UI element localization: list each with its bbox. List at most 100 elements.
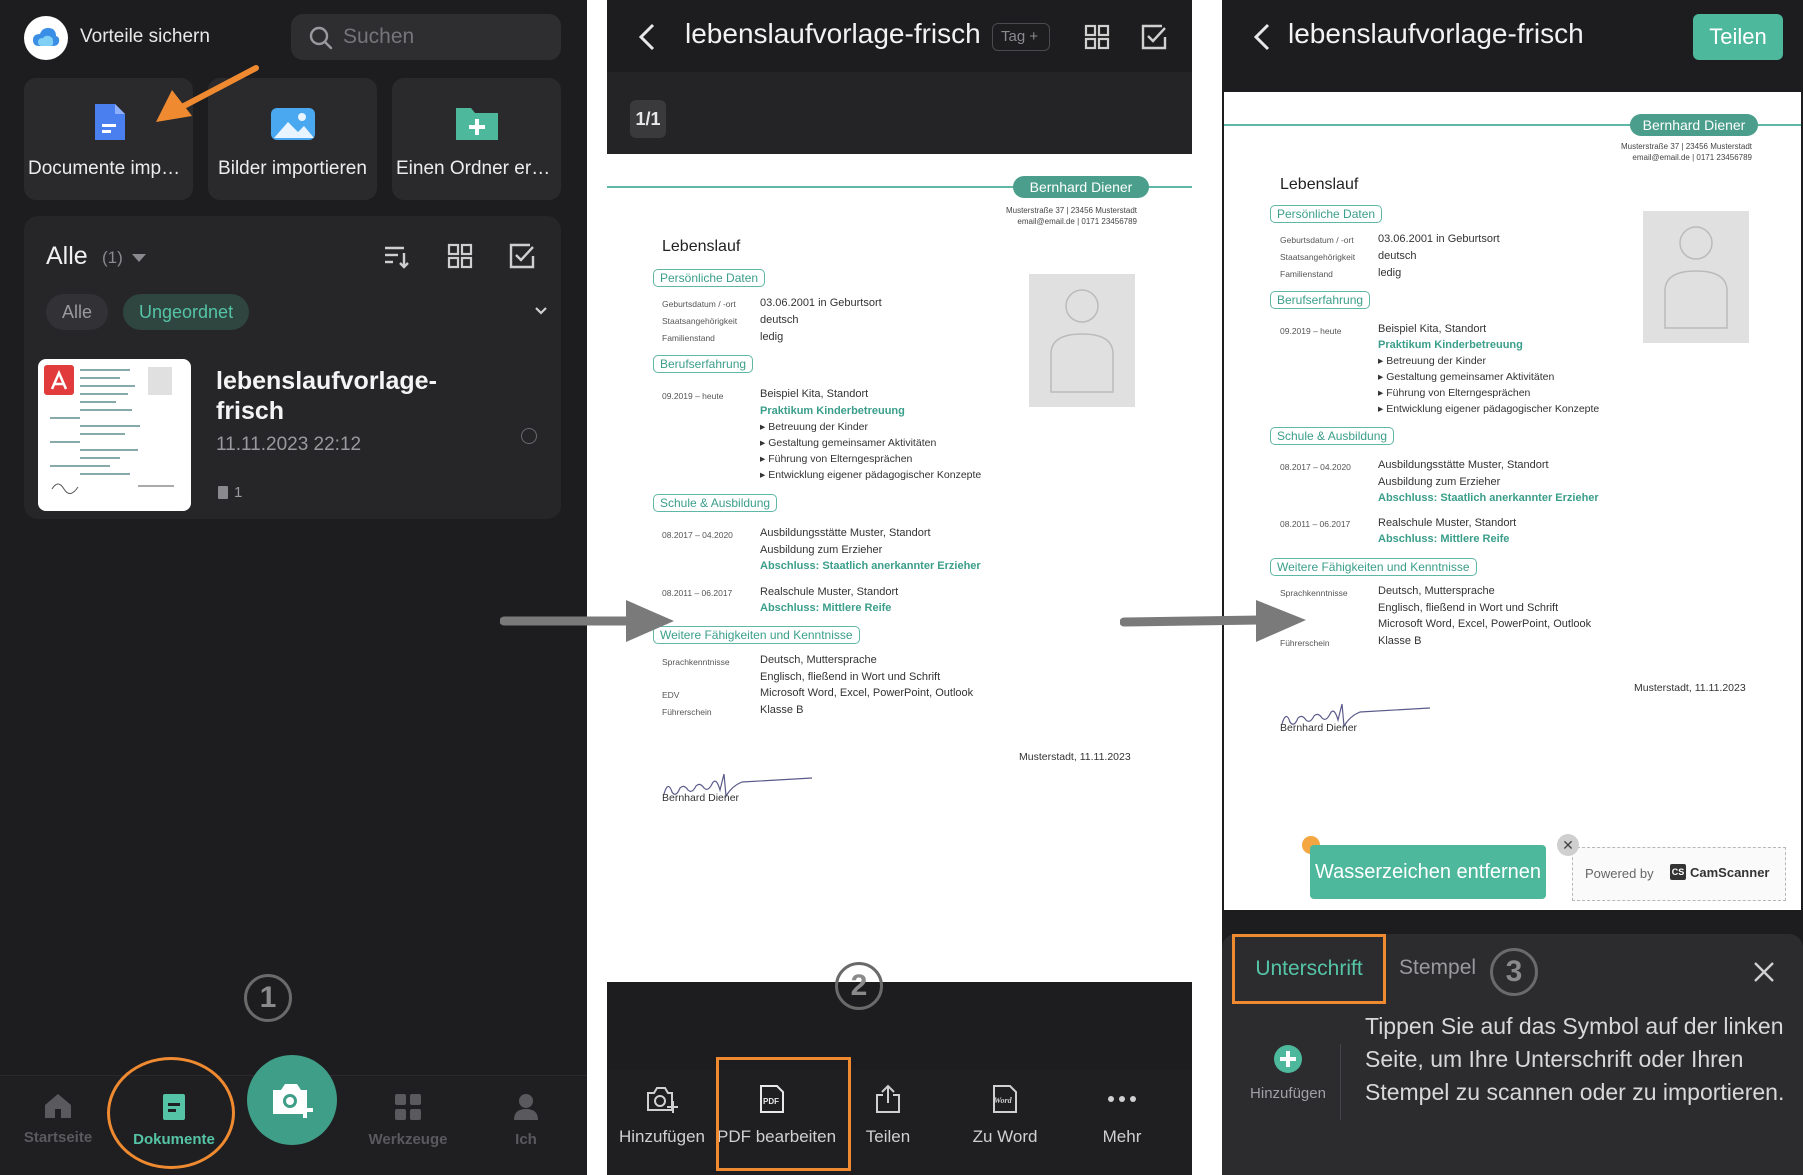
field-label: Sprachkenntnisse [1280, 588, 1348, 598]
bullet-text: Führung von Elterngesprächen [1386, 387, 1531, 399]
document-title[interactable]: lebenslaufvorlage-frisch [1288, 18, 1584, 50]
word-icon: Word [993, 1085, 1017, 1113]
premium-link[interactable]: Vorteile sichern [80, 26, 210, 48]
document-title[interactable]: lebenslaufvorlage-frisch [685, 18, 981, 50]
tool-add[interactable]: Hinzufügen [607, 1084, 717, 1147]
document-view-screen: lebenslaufvorlage-frisch Tag + 1/1 Bernh… [607, 0, 1192, 1175]
field-value: Klasse B [760, 704, 804, 716]
camera-plus-icon [273, 1084, 313, 1118]
field-label: EDV [662, 690, 680, 700]
school-highlight: Abschluss: Staatlich anerkannter Erziehe… [1378, 492, 1599, 504]
person-placeholder-icon [1050, 289, 1114, 393]
page-count-value: 1 [234, 484, 243, 501]
header: lebenslaufvorlage-frisch Tag + [607, 0, 1192, 72]
camera-button[interactable] [247, 1055, 337, 1145]
create-folder-label: Einen Ordner erst... [396, 158, 561, 179]
tool-label: Hinzufügen [618, 1127, 705, 1146]
document-name[interactable]: lebenslaufvorlage-frisch [216, 366, 466, 426]
search-input[interactable] [343, 22, 543, 52]
share-button[interactable]: Teilen [1693, 14, 1783, 60]
tool-to-word[interactable]: Word Zu Word [950, 1084, 1060, 1147]
annotation-arrow-icon [156, 65, 259, 122]
tab-stempel[interactable]: Stempel [1399, 956, 1476, 980]
back-arrow-icon[interactable] [637, 22, 657, 52]
bullet-item: ▸ Gestaltung gemeinsamer Aktivitäten [760, 437, 937, 449]
svg-text:Word: Word [994, 1096, 1013, 1105]
bullet-text: Führung von Elterngesprächen [768, 453, 913, 465]
field-label: Familienstand [1280, 269, 1333, 279]
share-icon [876, 1084, 900, 1113]
document-page[interactable]: Bernhard Diener Musterstraße 37 | 23456 … [1224, 92, 1801, 910]
bullet-item: ▸ Entwicklung eigener pädagogischer Konz… [1378, 403, 1600, 415]
chevron-down-icon[interactable] [534, 306, 548, 316]
document-thumbnail[interactable] [38, 359, 191, 511]
bullet-text: Gestaltung gemeinsamer Aktivitäten [768, 437, 937, 449]
school-line: Ausbildungsstätte Muster, Standort [760, 527, 931, 539]
address-line: Musterstraße 37 | 23456 Musterstadt [1005, 206, 1137, 215]
close-icon[interactable] [1752, 960, 1776, 984]
remove-watermark-button[interactable]: Wasserzeichen entfernen [1310, 845, 1546, 899]
close-watermark-icon[interactable]: ✕ [1557, 834, 1579, 856]
tag-button[interactable]: Tag + [992, 23, 1050, 51]
select-checkbox-icon[interactable] [1140, 23, 1168, 51]
field-value: Englisch, fließend in Wort und Schrift [760, 671, 941, 683]
field-label: Geburtsdatum / -ort [1280, 235, 1354, 245]
caret-down-icon[interactable] [132, 254, 146, 262]
document-select-radio[interactable] [521, 428, 537, 444]
flow-arrow-icon [1120, 600, 1306, 642]
nav-label: Startseite [23, 1129, 93, 1146]
section-skills: Weitere Fähigkeiten und Kenntnisse [653, 626, 860, 644]
nav-startseite[interactable]: Startseite [8, 1092, 108, 1146]
back-arrow-icon[interactable] [1252, 22, 1272, 52]
page-count-icon [218, 486, 228, 499]
folder-title[interactable]: Alle [46, 242, 88, 271]
field-value: ledig [1378, 267, 1402, 279]
step-number: 2 [835, 962, 883, 1010]
field-label: Staatsangehörigkeit [662, 316, 738, 326]
field-label: Geburtsdatum / -ort [662, 299, 736, 309]
page-count: 1 [218, 484, 242, 501]
tool-label: Zu Word [972, 1127, 1038, 1146]
add-signature-button[interactable]: Hinzufügen [1246, 1044, 1330, 1102]
bullet-text: Betreuung der Kinder [1386, 355, 1487, 367]
work-role: Praktikum Kinderbetreuung [1378, 339, 1523, 351]
resume-name: Bernhard Diener [1630, 114, 1758, 136]
signature-name: Bernhard Diener [662, 792, 740, 804]
contact-line: email@email.de | 0171 23456789 [1017, 217, 1137, 226]
action-toolbar: Hinzufügen PDF PDF bearbeiten Teilen Wor… [607, 1070, 1192, 1175]
camscanner-logo-icon: CS [1670, 864, 1686, 880]
create-folder-button[interactable]: Einen Ordner erst... [392, 78, 561, 200]
select-checkbox-icon[interactable] [508, 242, 536, 270]
field-value: Microsoft Word, Excel, PowerPoint, Outlo… [760, 687, 974, 699]
school-line: Ausbildungsstätte Muster, Standort [1378, 459, 1549, 471]
search-bar[interactable] [291, 14, 561, 60]
school-highlight: Abschluss: Mittlere Reife [1378, 533, 1510, 545]
documents-screen: Vorteile sichern Documente impor... Bild… [0, 0, 587, 1175]
resume-title: Lebenslauf [662, 238, 741, 255]
school-line: Realschule Muster, Standort [760, 586, 899, 598]
sort-icon[interactable] [382, 242, 410, 270]
nav-werkzeuge[interactable]: Werkzeuge [358, 1092, 458, 1148]
signature-name: Bernhard Diener [1280, 722, 1358, 734]
field-value: Klasse B [1378, 635, 1422, 647]
page-indicator: 1/1 [630, 100, 666, 138]
filter-chip-ungeordnet[interactable]: Ungeordnet [123, 294, 250, 330]
grid-view-icon[interactable] [1084, 24, 1110, 50]
nav-ich[interactable]: Ich [476, 1092, 576, 1148]
photo-placeholder [1643, 211, 1749, 343]
cloud-icon[interactable] [24, 16, 68, 60]
period-label: 08.2017 – 04.2020 [1280, 462, 1351, 472]
school-highlight: Abschluss: Staatlich anerkannter Erziehe… [760, 560, 981, 572]
document-page[interactable]: Bernhard Diener Musterstraße 37 | 23456 … [607, 154, 1192, 982]
tab-unterschrift[interactable]: Unterschrift [1232, 934, 1386, 1004]
user-icon [514, 1094, 538, 1120]
field-value: 03.06.2001 in Geburtsort [760, 297, 882, 309]
powered-by-label: Powered by [1585, 866, 1654, 881]
filter-chip-alle[interactable]: Alle [46, 294, 109, 330]
photo-placeholder [1029, 274, 1135, 407]
bullet-item: ▸ Führung von Elterngesprächen [760, 453, 913, 465]
tool-more[interactable]: Mehr [1067, 1084, 1177, 1147]
highlight-circle [107, 1057, 235, 1169]
top-bar: Vorteile sichern [0, 0, 587, 72]
grid-view-icon[interactable] [446, 242, 474, 270]
